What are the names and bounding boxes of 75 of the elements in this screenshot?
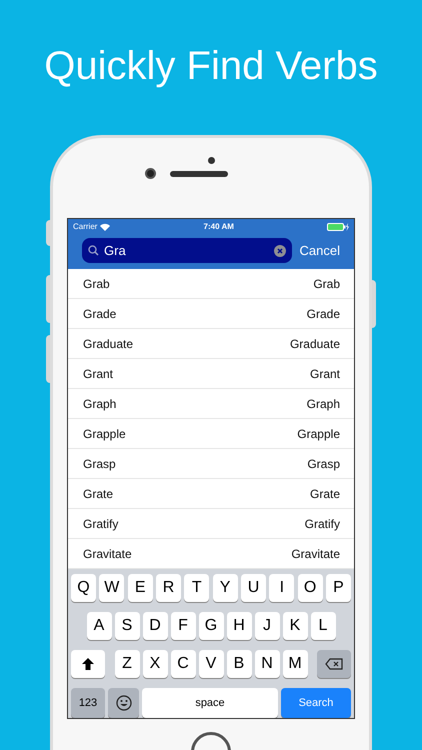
translation-text: Graduate xyxy=(290,336,340,353)
status-time: 7:40 AM xyxy=(202,221,235,234)
result-row[interactable]: Grate Grate xyxy=(68,479,354,510)
verb-text: Gravitate xyxy=(83,546,132,563)
verb-text: Grasp xyxy=(83,456,116,473)
translation-text: Grapple xyxy=(297,426,340,443)
translation-text: Grasp xyxy=(307,456,340,473)
keyboard-key[interactable]: E xyxy=(128,574,153,602)
search-field[interactable]: Gra xyxy=(82,238,292,264)
translation-text: Grab xyxy=(313,276,340,293)
verb-text: Grade xyxy=(83,306,116,323)
camera-icon xyxy=(144,168,156,179)
keyboard-key[interactable]: B xyxy=(226,650,252,678)
result-row[interactable]: Grapple Grapple xyxy=(68,419,354,450)
translation-text: Gravitate xyxy=(291,546,340,563)
battery-icon xyxy=(327,223,349,232)
keyboard-key[interactable]: X xyxy=(142,650,168,678)
verb-text: Grant xyxy=(83,366,114,383)
keyboard-key[interactable]: F xyxy=(170,612,196,640)
verb-text: Gratify xyxy=(83,516,118,533)
keyboard-key[interactable]: Z xyxy=(114,650,140,678)
shift-key[interactable] xyxy=(71,650,105,678)
keyboard-key[interactable]: D xyxy=(142,612,168,640)
space-key[interactable]: space xyxy=(142,688,278,718)
keyboard-key[interactable]: I xyxy=(269,574,294,602)
keyboard-key[interactable]: C xyxy=(170,650,196,678)
delete-key[interactable] xyxy=(317,650,351,678)
keyboard-key[interactable]: N xyxy=(254,650,280,678)
emoji-key[interactable] xyxy=(108,688,139,718)
keyboard-key[interactable]: W xyxy=(99,574,124,602)
wifi-icon xyxy=(100,223,110,232)
smiley-icon xyxy=(116,695,132,712)
keyboard-key[interactable]: Y xyxy=(212,574,238,602)
translation-text: Gratify xyxy=(304,516,340,533)
result-row[interactable]: Graph Graph xyxy=(68,389,354,420)
speaker-grille xyxy=(170,170,228,176)
carrier-label: Carrier xyxy=(73,221,98,234)
numbers-key[interactable]: 123 xyxy=(71,688,105,718)
translation-text: Grate xyxy=(310,486,340,503)
keyboard-key[interactable]: Q xyxy=(71,574,96,602)
search-key[interactable]: Search xyxy=(281,688,351,718)
translation-text: Graph xyxy=(306,396,340,413)
headline: Quickly Find Verbs xyxy=(44,43,378,90)
keyboard-key[interactable]: L xyxy=(310,612,336,640)
keyboard-key[interactable]: O xyxy=(298,574,323,602)
verb-text: Grate xyxy=(83,486,114,503)
result-row[interactable]: Graduate Graduate xyxy=(68,329,354,360)
keyboard-key[interactable]: S xyxy=(114,612,140,640)
result-row[interactable]: Gratify Gratify xyxy=(68,509,354,540)
backspace-icon xyxy=(325,658,343,670)
keyboard-key[interactable]: J xyxy=(254,612,280,640)
result-row[interactable]: Grab Grab xyxy=(68,269,354,300)
result-row[interactable]: Grasp Grasp xyxy=(68,449,354,480)
verb-text: Graph xyxy=(83,396,116,413)
keyboard-key[interactable]: V xyxy=(198,650,224,678)
translation-text: Grant xyxy=(310,366,340,383)
keyboard-key[interactable]: T xyxy=(184,574,210,602)
keyboard-key[interactable]: M xyxy=(282,650,308,678)
keyboard-key[interactable]: R xyxy=(156,574,181,602)
keyboard-key[interactable]: P xyxy=(326,574,351,602)
translation-text: Grade xyxy=(306,306,340,323)
search-icon xyxy=(88,245,99,256)
result-row[interactable]: Grade Grade xyxy=(68,299,354,330)
keyboard-key[interactable]: H xyxy=(226,612,252,640)
keyboard-key[interactable]: U xyxy=(240,574,266,602)
clear-icon[interactable] xyxy=(274,244,286,257)
verb-text: Grapple xyxy=(83,426,126,443)
verb-text: Graduate xyxy=(83,336,134,353)
keyboard-key[interactable]: G xyxy=(198,612,224,640)
cancel-button[interactable]: Cancel xyxy=(300,241,340,261)
keyboard-key[interactable]: A xyxy=(86,612,112,640)
result-row[interactable]: Grant Grant xyxy=(68,359,354,390)
keyboard-key[interactable]: K xyxy=(282,612,308,640)
shift-icon xyxy=(82,658,94,670)
verb-text: Grab xyxy=(83,276,110,293)
